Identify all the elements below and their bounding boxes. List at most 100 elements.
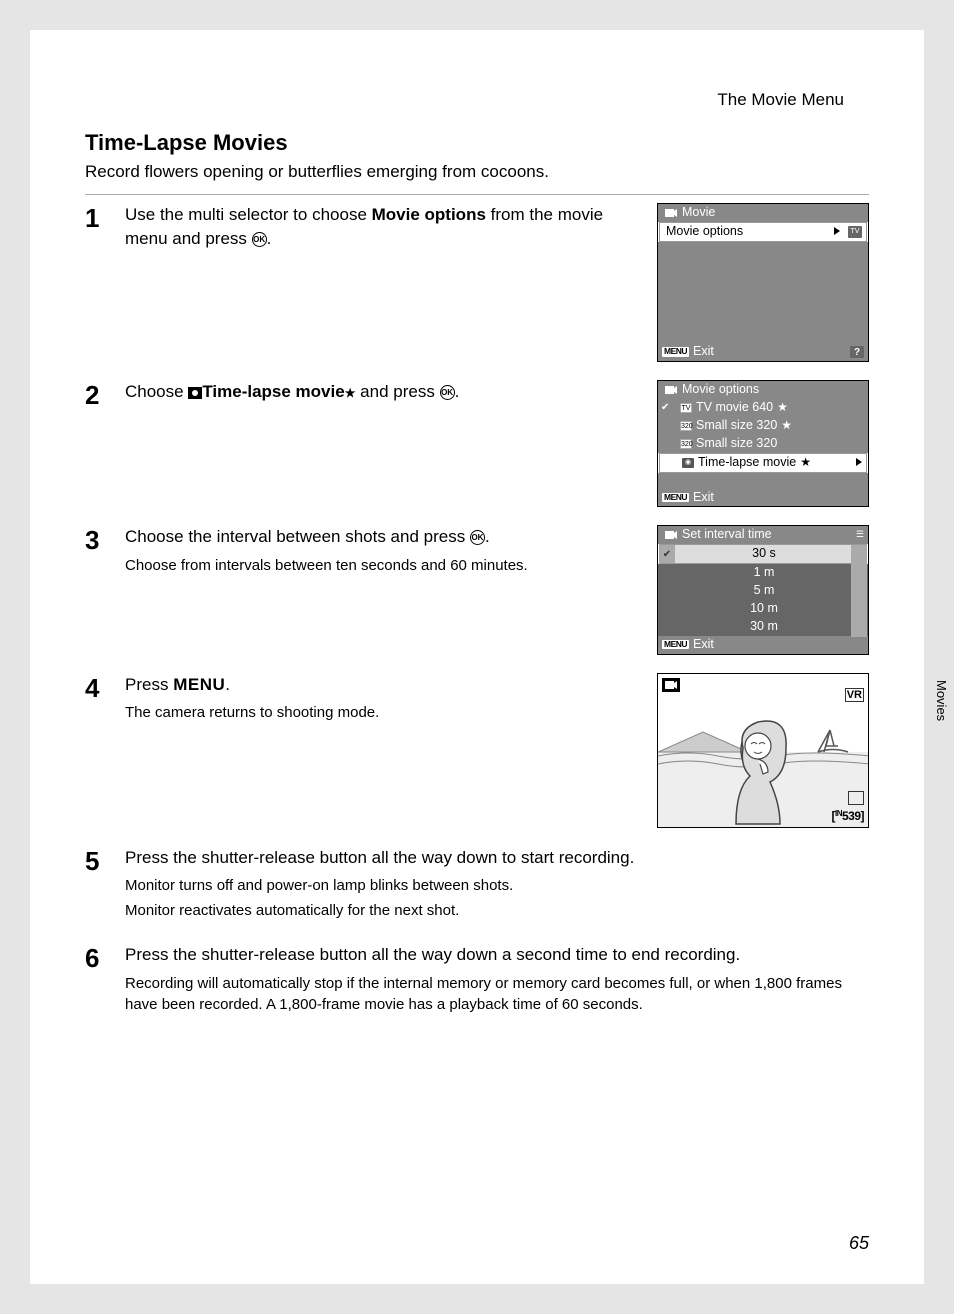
shooting-illustration bbox=[658, 674, 869, 828]
lcd-title: Movie options bbox=[682, 383, 759, 397]
text: . bbox=[485, 527, 490, 546]
lcd-interval-item: 30 m bbox=[658, 618, 868, 636]
lcd-footer: MENU Exit bbox=[658, 489, 868, 507]
step-instruction: Choose the interval between shots and pr… bbox=[125, 525, 649, 549]
step-number: 5 bbox=[85, 846, 125, 926]
frame-counter: [IN539] bbox=[831, 809, 864, 823]
lcd-title: Movie bbox=[682, 206, 715, 220]
side-section-label: Movies bbox=[934, 680, 949, 721]
size-icon: 320 bbox=[680, 421, 692, 431]
text: Choose the interval between shots and pr… bbox=[125, 527, 470, 546]
text: and press bbox=[355, 382, 439, 401]
ok-icon: OK bbox=[440, 385, 455, 400]
text: . bbox=[225, 675, 230, 694]
step-number: 1 bbox=[85, 203, 125, 362]
lcd-title: Set interval time bbox=[682, 528, 772, 542]
lcd-menu-item: ✔ TV TV movie 640 ★ bbox=[658, 399, 868, 417]
lcd-interval-item: 10 m bbox=[658, 600, 868, 618]
lcd-empty-area bbox=[658, 242, 868, 344]
menu-icon: MENU bbox=[662, 347, 689, 356]
lcd-shooting-mode: VR bbox=[657, 673, 869, 828]
interval-value: 30 m bbox=[750, 620, 778, 634]
menu-item-label: Small size 320 bbox=[696, 419, 777, 433]
lcd-footer: MENU Exit bbox=[658, 636, 868, 654]
help-icon: ? bbox=[850, 346, 864, 358]
step-note: Monitor turns off and power-on lamp blin… bbox=[125, 875, 869, 896]
lcd-movie-options: Movie options ✔ TV TV movie 640 ★ 320 Sma… bbox=[657, 380, 869, 507]
step-number: 3 bbox=[85, 525, 125, 654]
size-icon: 320 bbox=[680, 439, 692, 449]
lcd-movie-menu: Movie Movie options TV MENU Exit ? bbox=[657, 203, 869, 362]
text: . bbox=[267, 229, 272, 248]
check-icon: ✔ bbox=[661, 402, 669, 413]
text-bold: Movie options bbox=[372, 205, 486, 224]
menu-icon: MENU bbox=[662, 640, 689, 649]
lcd-menu-item-selected: Movie options TV bbox=[659, 222, 867, 242]
timelapse-icon bbox=[188, 387, 202, 399]
star-icon: ★ bbox=[777, 401, 788, 414]
movie-icon bbox=[664, 207, 678, 219]
step-6: 6 Press the shutter-release button all t… bbox=[85, 935, 869, 1029]
side-tab bbox=[924, 550, 954, 680]
timelapse-indicator-icon bbox=[848, 791, 864, 805]
step-5: 5 Press the shutter-release button all t… bbox=[85, 838, 869, 936]
lcd-scrollbar bbox=[851, 545, 867, 636]
text: Press bbox=[125, 675, 173, 694]
lcd-menu-item: 320 Small size 320 bbox=[658, 435, 868, 453]
in-label: IN bbox=[835, 809, 842, 818]
header-section: The Movie Menu bbox=[717, 90, 844, 110]
movie-icon bbox=[664, 384, 678, 396]
step-body: Press MENU. The camera returns to shooti… bbox=[125, 673, 657, 828]
lcd-interval-item-selected: 30 s bbox=[659, 544, 867, 564]
movie-icon bbox=[664, 529, 678, 541]
chevron-right-icon bbox=[834, 225, 840, 239]
step-instruction: Press MENU. bbox=[125, 673, 649, 697]
ok-icon: OK bbox=[252, 232, 267, 247]
page-title: Time-Lapse Movies bbox=[85, 130, 869, 156]
interval-value: 5 m bbox=[754, 584, 775, 598]
list-icon: ☰ bbox=[856, 530, 864, 540]
lcd-menu-item: 320 Small size 320 ★ bbox=[658, 417, 868, 435]
star-icon: ★ bbox=[800, 456, 811, 469]
text: . bbox=[455, 382, 460, 401]
menu-icon: MENU bbox=[662, 493, 689, 502]
step-note: Monitor reactivates automatically for th… bbox=[125, 900, 869, 921]
menu-label: MENU bbox=[173, 675, 225, 694]
chevron-right-icon bbox=[856, 456, 862, 470]
step-note: The camera returns to shooting mode. bbox=[125, 702, 649, 723]
menu-item-label: Time-lapse movie bbox=[698, 456, 796, 470]
tv-size-icon: TV bbox=[680, 403, 692, 413]
step-body: Press the shutter-release button all the… bbox=[125, 943, 869, 1019]
step-number: 2 bbox=[85, 380, 125, 507]
lcd-interval-item: 1 m bbox=[658, 564, 868, 582]
step-instruction: Choose Time-lapse movie★ and press OK. bbox=[125, 380, 649, 404]
step-note: Recording will automatically stop if the… bbox=[125, 973, 869, 1015]
intro-text: Record flowers opening or butterflies em… bbox=[85, 162, 869, 182]
interval-value: 1 m bbox=[754, 566, 775, 580]
step-instruction: Press the shutter-release button all the… bbox=[125, 943, 869, 967]
check-icon: ✔ bbox=[663, 549, 671, 560]
interval-value: 10 m bbox=[750, 602, 778, 616]
step-screenshot: Movie Movie options TV MENU Exit ? bbox=[657, 203, 869, 362]
step-note: Choose from intervals between ten second… bbox=[125, 555, 649, 576]
star-icon: ★ bbox=[781, 419, 792, 432]
text: Choose bbox=[125, 382, 188, 401]
step-screenshot: VR bbox=[657, 673, 869, 828]
lcd-title-row: Movie options bbox=[658, 381, 868, 399]
step-instruction: Use the multi selector to choose Movie o… bbox=[125, 203, 649, 251]
content-area: Time-Lapse Movies Record flowers opening… bbox=[30, 30, 924, 1029]
step-3: 3 Choose the interval between shots and … bbox=[85, 517, 869, 664]
steps-list: 1 Use the multi selector to choose Movie… bbox=[85, 194, 869, 1029]
step-1: 1 Use the multi selector to choose Movie… bbox=[85, 195, 869, 372]
text-bold: Time-lapse movie bbox=[202, 382, 344, 401]
lcd-footer: MENU Exit ? bbox=[658, 343, 868, 361]
menu-item-label: Movie options bbox=[666, 225, 743, 239]
star-icon: ★ bbox=[345, 386, 356, 400]
text: Use the multi selector to choose bbox=[125, 205, 372, 224]
interval-value: 30 s bbox=[752, 547, 776, 561]
step-screenshot: Movie options ✔ TV TV movie 640 ★ 320 Sma… bbox=[657, 380, 869, 507]
lcd-title-row: Set interval time ☰ bbox=[658, 526, 868, 544]
lcd-scroll-indicator: ✔ bbox=[659, 545, 675, 563]
step-body: Press the shutter-release button all the… bbox=[125, 846, 869, 926]
menu-item-label: TV movie 640 bbox=[696, 401, 773, 415]
